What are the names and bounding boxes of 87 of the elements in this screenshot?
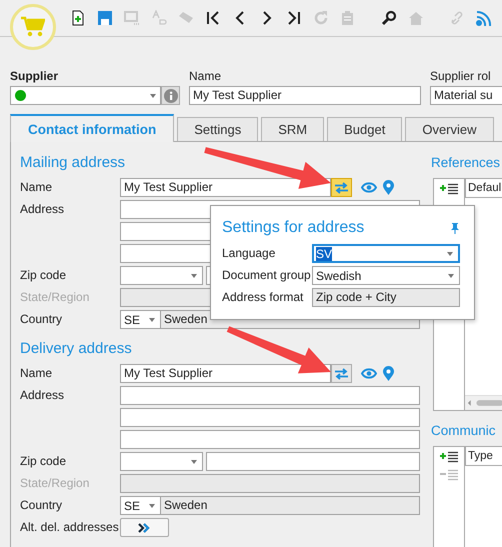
- add-row-button[interactable]: [439, 183, 459, 195]
- name-field[interactable]: My Test Supplier: [120, 364, 331, 383]
- scroll-thumb-icon[interactable]: [465, 398, 502, 408]
- address-field[interactable]: [120, 408, 420, 427]
- field-label: Country: [20, 497, 64, 514]
- add-row-button[interactable]: [439, 451, 459, 463]
- name-field[interactable]: My Test Supplier: [120, 178, 331, 197]
- field-label: Supplier rol: [430, 69, 492, 83]
- clipboard-icon: [340, 10, 356, 26]
- tab[interactable]: SRM: [261, 117, 324, 141]
- field-label: Language: [222, 245, 276, 262]
- field-label: Zip code: [20, 267, 68, 284]
- field-label: Alt. del. addresses: [20, 519, 120, 536]
- scrollbar[interactable]: [465, 395, 502, 410]
- popup-title: Settings for address: [222, 218, 364, 238]
- field-label: Name: [20, 179, 54, 196]
- first-record-icon: [204, 10, 220, 26]
- eye-icon[interactable]: [361, 368, 377, 379]
- country-code-dropdown[interactable]: SE: [120, 310, 161, 329]
- pin-icon[interactable]: [451, 222, 459, 234]
- field-label: Document group: [222, 267, 312, 284]
- field-label: Name: [20, 365, 54, 382]
- supplier-dropdown[interactable]: [10, 86, 161, 105]
- address-format-field: Zip code + City: [312, 288, 460, 307]
- alternate-addresses-button[interactable]: [120, 518, 169, 537]
- field-label: Supplier: [10, 69, 60, 83]
- section-heading: Delivery address: [20, 339, 133, 359]
- caret-icon: [149, 318, 155, 322]
- tab[interactable]: Overview: [405, 117, 494, 141]
- zip-code-dropdown[interactable]: [120, 266, 203, 285]
- cart-icon: [21, 16, 45, 38]
- translate-icon: [150, 10, 166, 26]
- section-heading: Mailing address: [20, 153, 126, 173]
- info-button[interactable]: [161, 86, 180, 105]
- add-list-icon: [439, 451, 459, 463]
- double-chevron-icon: [138, 522, 152, 532]
- eraser-icon: [178, 10, 194, 26]
- zip-code-dropdown[interactable]: [120, 452, 203, 471]
- swap-arrows-icon: [334, 368, 349, 380]
- save-icon: [96, 10, 112, 26]
- add-list-icon: [439, 183, 459, 195]
- new-document-icon: [70, 10, 86, 26]
- remove-list-icon: [439, 469, 459, 481]
- caret-icon: [150, 94, 156, 98]
- form-icon: [124, 10, 140, 26]
- search-icon: [380, 10, 396, 26]
- field-label: Address: [20, 387, 66, 404]
- field-label: Address format: [222, 289, 304, 306]
- field-label: State/Region: [20, 289, 90, 306]
- refresh-icon: [312, 10, 328, 26]
- address-field[interactable]: [120, 386, 420, 405]
- feed-icon: [476, 10, 492, 26]
- field-label: Zip code: [20, 453, 68, 470]
- map-pin-icon[interactable]: [383, 366, 394, 381]
- field-label: Address: [20, 201, 66, 218]
- document-group-dropdown[interactable]: Swedish: [312, 266, 460, 285]
- field-label: State/Region: [20, 475, 90, 492]
- caret-icon: [149, 504, 155, 508]
- tab[interactable]: Settings: [177, 117, 258, 141]
- section-heading: Communic: [431, 422, 497, 440]
- caret-icon: [447, 252, 453, 256]
- address-field[interactable]: [120, 430, 420, 449]
- country-name-field: Sweden: [161, 496, 420, 515]
- country-code-dropdown[interactable]: SE: [120, 496, 161, 515]
- swap-arrows-icon: [334, 182, 349, 194]
- map-pin-icon[interactable]: [383, 180, 394, 195]
- supplier-role-field[interactable]: Material su: [430, 86, 502, 105]
- name-field[interactable]: My Test Supplier: [189, 86, 421, 105]
- home-icon: [408, 10, 424, 26]
- caret-icon: [191, 274, 197, 278]
- eye-icon[interactable]: [361, 182, 377, 193]
- language-dropdown[interactable]: SV: [312, 244, 460, 263]
- last-record-icon: [286, 10, 302, 26]
- city-field[interactable]: [206, 452, 420, 471]
- section-heading: References: [431, 154, 502, 172]
- column-header[interactable]: Type: [465, 447, 502, 466]
- address-settings-button[interactable]: [331, 364, 352, 383]
- tab[interactable]: Budget: [327, 117, 402, 141]
- address-settings-button[interactable]: [331, 178, 352, 197]
- field-label: Name: [189, 69, 222, 83]
- status-dot-icon: [15, 90, 26, 101]
- info-icon: [164, 88, 178, 102]
- caret-icon: [191, 460, 197, 464]
- column-header[interactable]: Defaul: [465, 179, 502, 198]
- link-icon: [448, 10, 464, 26]
- field-label: Country: [20, 311, 64, 328]
- caret-icon: [448, 274, 454, 278]
